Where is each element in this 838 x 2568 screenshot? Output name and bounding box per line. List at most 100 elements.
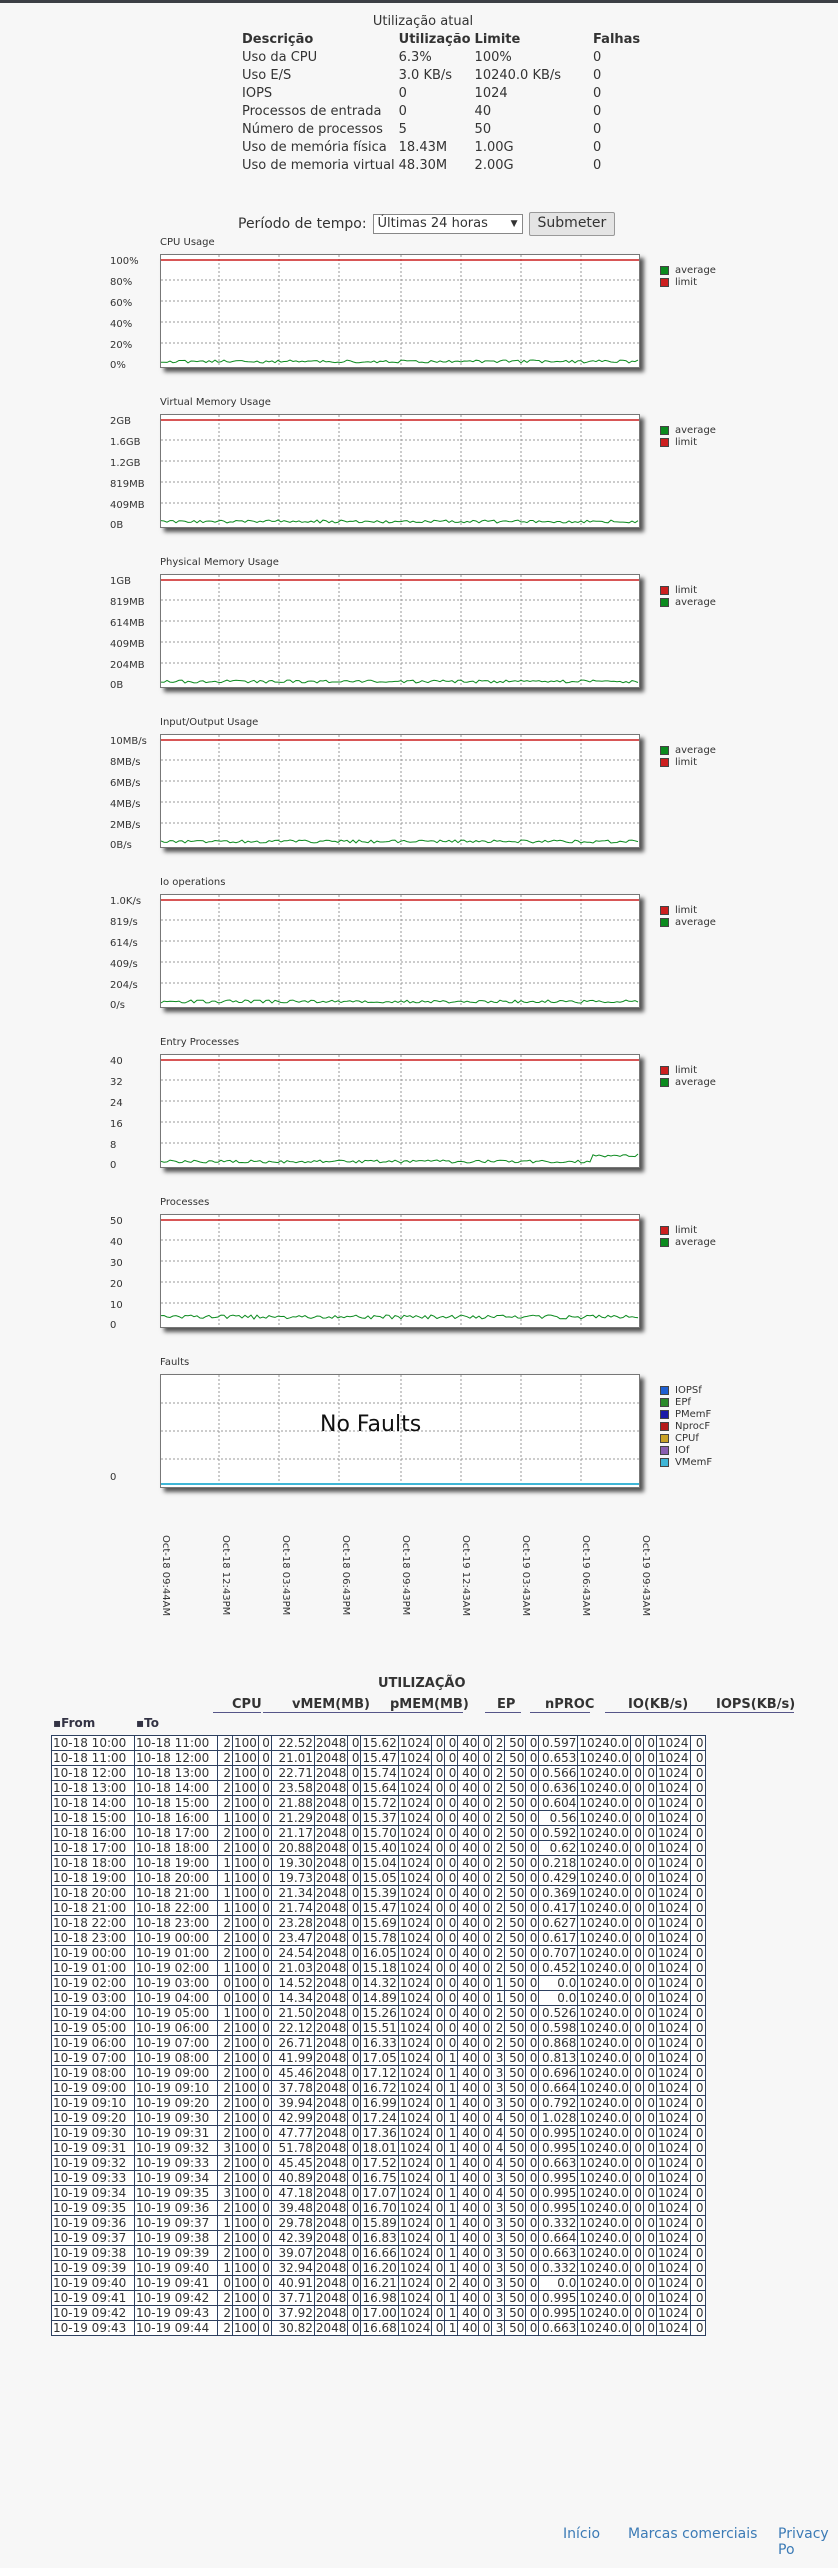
table-cell: 0 [643,2126,656,2141]
table-cell: 10240.0 [578,2111,631,2126]
y-tick-label: 24 [110,1098,166,1109]
table-cell: 17.07 [361,2186,398,2201]
y-tick-label: 819MB [110,479,166,490]
table-cell: 40 [458,2216,479,2231]
table-cell: 0 [630,1736,643,1751]
table-cell: 40 [458,1826,479,1841]
table-row: 10-19 09:32 10-19 09:33 2 100 0 45.45 2048 0 17.… [52,2156,706,2171]
table-cell: 0 [432,2186,445,2201]
table-cell: 0 [258,2246,271,2261]
y-tick-label: 1.0K/s [110,896,166,907]
table-cell: 0 [432,1946,445,1961]
table-cell: 0 [348,1856,361,1871]
table-cell: 10240.0 [578,2036,631,2051]
table-cell: 1024 [398,2231,432,2246]
y-tick-label: 8MB/s [110,757,166,768]
table-cell: 1024 [398,1781,432,1796]
period-select[interactable]: Últimas 24 horas ▼ [373,214,523,234]
legend-item: CPUf [660,1432,712,1444]
legend-swatch [660,586,669,595]
table-cell: 0 [630,1766,643,1781]
x-tick-label: Oct-18 12:43PM [220,1535,231,1615]
table-cell: 50 [505,1991,526,2006]
chart-title: CPU Usage [160,237,215,248]
footer-link-home[interactable]: Início [563,2526,600,2542]
table-cell: 2 [218,1781,233,1796]
table-cell: 0.995 [539,2291,578,2306]
table-cell: 100 [233,2231,259,2246]
table-cell: 0 [479,2231,492,2246]
table-cell: 0 [630,2261,643,2276]
header-faults: Falhas [563,31,642,49]
table-cell: 1024 [398,2156,432,2171]
table-cell: 10-19 04:00 [52,2006,135,2021]
table-cell: 10240.0 [578,2276,631,2291]
table-cell: 1 [218,2216,233,2231]
table-cell: 1024 [398,2261,432,2276]
table-cell: 100 [233,2261,259,2276]
table-cell: 0 [479,1976,492,1991]
table-cell: 0 [630,2141,643,2156]
table-cell: 0 [630,2021,643,2036]
table-cell: 40 [458,2261,479,2276]
footer-link-trademarks[interactable]: Marcas comerciais [628,2526,757,2542]
table-cell: 40 [458,1751,479,1766]
table-cell: 10-18 21:00 [135,1886,218,1901]
table-cell: 1.028 [539,2111,578,2126]
table-cell: 0 [690,2306,705,2321]
table-cell: 0 [690,2141,705,2156]
table-cell: 41.99 [271,2051,314,2066]
table-cell: 10-19 09:10 [52,2096,135,2111]
table-cell: 10-19 09:35 [135,2186,218,2201]
table-cell: 0 [348,2306,361,2321]
table-cell: 0 [348,2021,361,2036]
table-cell: 40 [458,1991,479,2006]
table-cell: 40 [458,2051,479,2066]
table-cell: 4 [492,2111,505,2126]
table-cell: 50 [505,2216,526,2231]
table-cell: 10240.0 [578,1736,631,1751]
table-cell: 0 [630,2231,643,2246]
table-cell: 2048 [314,2261,348,2276]
table-row: 10-18 16:00 10-18 17:00 2 100 0 21.17 2048 0 15.… [52,1826,706,1841]
table-cell: 0 [258,1751,271,1766]
table-cell: 1024 [398,2096,432,2111]
table-cell: 1024 [398,2216,432,2231]
table-cell: 1024 [398,1976,432,1991]
table-cell: 37.71 [271,2291,314,2306]
legend-item: average [660,596,716,608]
table-cell: 50 [505,2321,526,2336]
table-cell: 21.29 [271,1811,314,1826]
table-cell: 3 [492,2066,505,2081]
y-tick-label: 1.2GB [110,458,166,469]
group-divider [704,1712,794,1713]
table-cell: 15.64 [361,1781,398,1796]
table-cell: 0 [445,1961,458,1976]
table-cell: 4 [492,2186,505,2201]
chart-title: Io operations [160,877,225,888]
table-cell: 10-19 09:39 [135,2246,218,2261]
column-header-to[interactable]: ▪To [136,1716,159,1730]
from-label: From [61,1716,95,1730]
table-cell: 1024 [398,1931,432,1946]
submit-button[interactable]: Submeter [529,212,616,236]
table-cell: 100 [233,2111,259,2126]
y-tick-label: 204/s [110,980,166,991]
table-cell: 10240.0 [578,2291,631,2306]
top-bar [0,0,838,3]
table-cell: 10-19 04:00 [135,1991,218,2006]
table-cell: 2 [218,1751,233,1766]
table-cell: 0 [690,1856,705,1871]
table-cell: 0 [432,2231,445,2246]
table-cell: 15.37 [361,1811,398,1826]
table-row: 10-18 15:00 10-18 16:00 1 100 0 21.29 2048 0 15.… [52,1811,706,1826]
table-cell: 3 [492,2096,505,2111]
table-cell: 3 [492,2216,505,2231]
footer-link-privacy[interactable]: Privacy Po [778,2526,838,2558]
column-header-from[interactable]: ▪From [53,1716,95,1730]
table-cell: 0 [690,2321,705,2336]
table-cell: 50 [505,1856,526,1871]
table-cell: 100 [233,2186,259,2201]
table-cell: 10240.0 [578,2081,631,2096]
table-cell: 15.69 [361,1916,398,1931]
